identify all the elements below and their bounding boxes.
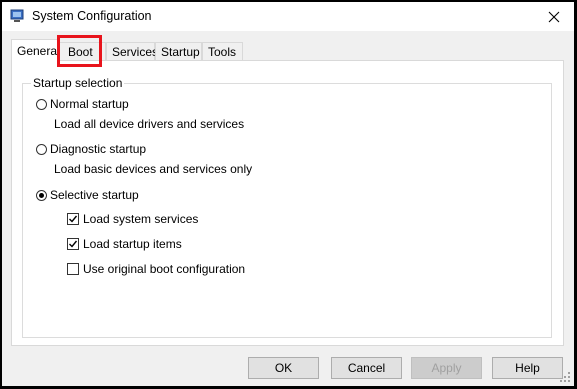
tab-startup[interactable]: Startup (155, 42, 202, 61)
normal-startup-radio[interactable]: Normal startup (36, 97, 129, 111)
checkbox[interactable] (67, 263, 79, 275)
boot-tab-highlight (57, 35, 102, 67)
radio-button[interactable] (36, 143, 47, 155)
load-startup-items-checkbox[interactable]: Load startup items (67, 237, 182, 251)
close-button[interactable] (534, 2, 574, 31)
window-title: System Configuration (32, 9, 152, 23)
radio-button[interactable] (36, 98, 47, 110)
resize-grip-icon[interactable] (559, 371, 571, 383)
diagnostic-startup-label: Diagnostic startup (50, 142, 147, 156)
checkmark-icon (69, 240, 78, 248)
checkmark-icon (69, 215, 78, 223)
cancel-button[interactable]: Cancel (331, 357, 402, 379)
load-startup-items-label: Load startup items (83, 237, 182, 251)
startup-selection-legend: Startup selection (31, 76, 125, 90)
checkbox[interactable] (67, 238, 79, 250)
radio-button-selected[interactable] (36, 189, 47, 201)
normal-startup-description: Load all device drivers and services (54, 117, 245, 131)
normal-startup-label: Normal startup (50, 97, 129, 111)
diagnostic-startup-description: Load basic devices and services only (54, 162, 253, 176)
checkbox[interactable] (67, 213, 79, 225)
help-button[interactable]: Help (492, 357, 563, 379)
tab-services[interactable]: Services (106, 42, 158, 61)
tab-tools[interactable]: Tools (202, 42, 243, 61)
use-original-boot-config-label: Use original boot configuration (83, 262, 246, 276)
load-system-services-label: Load system services (83, 212, 199, 226)
msconfig-app-icon (10, 9, 24, 22)
tab-general[interactable]: General (11, 39, 60, 62)
load-system-services-checkbox[interactable]: Load system services (67, 212, 198, 226)
apply-button[interactable]: Apply (411, 357, 482, 379)
selective-startup-label: Selective startup (50, 188, 139, 202)
general-tab-panel: Startup selection Normal startup Load al… (11, 60, 564, 346)
diagnostic-startup-radio[interactable]: Diagnostic startup (36, 142, 146, 156)
ok-button[interactable]: OK (248, 357, 319, 379)
close-icon (548, 11, 560, 22)
title-bar[interactable]: System Configuration (2, 2, 574, 31)
use-original-boot-config-checkbox[interactable]: Use original boot configuration (67, 262, 245, 276)
selective-startup-radio[interactable]: Selective startup (36, 188, 139, 202)
